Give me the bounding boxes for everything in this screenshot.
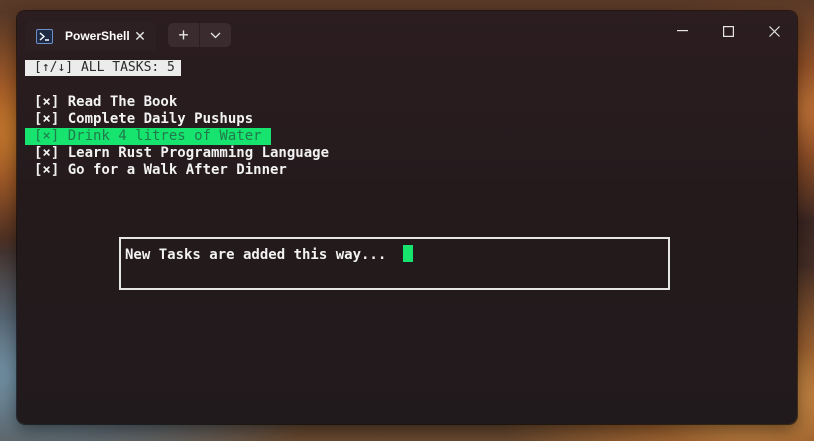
new-tab-button[interactable]: + xyxy=(168,23,200,47)
minimize-icon xyxy=(676,30,688,32)
maximize-button[interactable] xyxy=(705,19,751,43)
close-tab-icon[interactable]: ✕ xyxy=(132,28,148,44)
tab-title: PowerShell xyxy=(65,29,130,43)
maximize-icon xyxy=(722,25,734,37)
close-icon xyxy=(768,25,780,37)
task-count-header: [↑/↓] ALL TASKS: 5 xyxy=(25,60,181,76)
title-bar: PowerShell ✕ + xyxy=(17,11,797,51)
powershell-icon xyxy=(36,28,53,44)
task-item-selected[interactable]: [×] Drink 4 litres of Water xyxy=(25,128,271,145)
text-cursor xyxy=(403,245,413,262)
task-item[interactable]: [×] Complete Daily Pushups xyxy=(25,111,262,128)
chevron-down-icon xyxy=(210,32,221,38)
terminal-pane[interactable]: [↑/↓] ALL TASKS: 5 [×] Read The Book [×]… xyxy=(17,51,797,424)
close-window-button[interactable] xyxy=(751,19,797,43)
tab-powershell[interactable]: PowerShell ✕ xyxy=(25,21,156,51)
profiles-dropdown-button[interactable] xyxy=(200,23,231,47)
new-task-input[interactable]: New Tasks are added this way... xyxy=(119,237,670,290)
minimize-button[interactable] xyxy=(659,19,705,43)
task-item[interactable]: [×] Go for a Walk After Dinner xyxy=(25,162,296,179)
task-item[interactable]: [×] Learn Rust Programming Language xyxy=(25,145,338,162)
task-item[interactable]: [×] Read The Book xyxy=(25,94,186,111)
new-task-input-text: New Tasks are added this way... xyxy=(125,247,387,263)
new-tab-group: + xyxy=(168,23,231,47)
terminal-window: PowerShell ✕ + [↑/↓] ALL TASKS: 5 [×] Re… xyxy=(17,11,797,424)
